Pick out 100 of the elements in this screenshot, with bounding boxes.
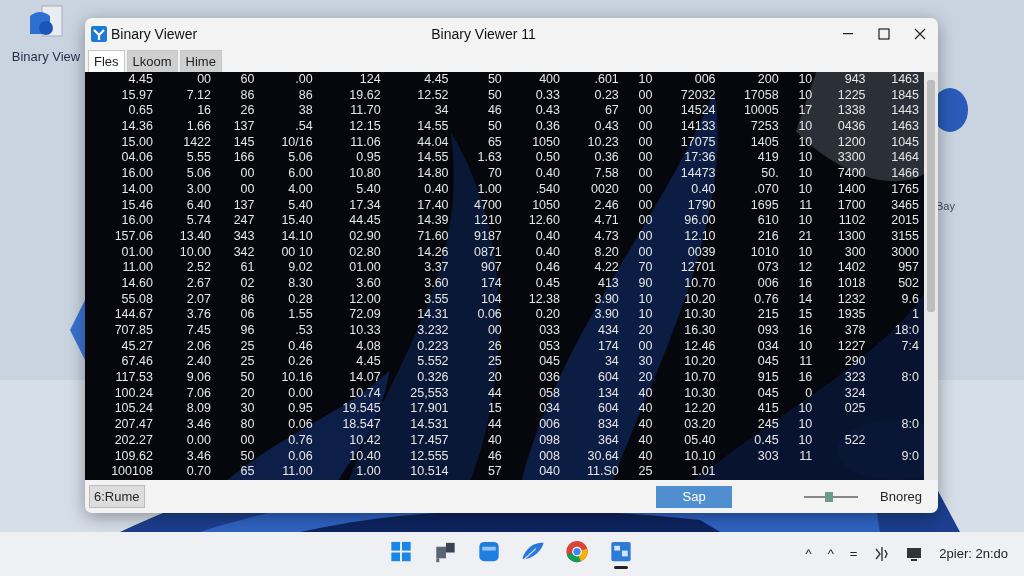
table-cell-text: 1463 [890,119,920,135]
table-cell-text: 96.00 [683,213,717,229]
table-cell-text: 10.70 [683,275,717,292]
table-cell-text: 16.00 [120,166,154,182]
table-cell-text: 10 [797,166,814,182]
table-cell-text: 1466 [890,166,920,182]
table-cell-text: 12.10 [683,228,717,245]
table-cell-text: 174 [479,275,503,292]
table-cell-text: 3300 [836,150,867,167]
table-cell-text: 413 [596,275,620,292]
table-cell-text: 46 [486,103,503,120]
minimize-icon [843,33,853,35]
table-cell-text: 00 [637,150,654,167]
table-cell-text: 40 [637,417,654,433]
table-cell-text: 15.46 [120,197,154,214]
table-cell-text: 0.06 [287,448,314,465]
tab[interactable]: Lkoom [126,50,178,72]
table-cell-text: 25 [637,464,654,480]
table-cell-text: 6.40 [185,197,213,214]
table-cell-text: 10 [797,150,814,167]
table-cell-text: 1695 [749,197,780,214]
table-cell-text: 9.02 [287,260,314,276]
table-cell-text: 343 [232,228,256,245]
network-icon[interactable] [873,545,890,563]
table-cell-text: 15.97 [120,87,154,104]
table-cell-text: 17.457 [409,432,450,449]
tab[interactable]: Fles [88,50,125,72]
table-cell-text: 0.36 [534,119,561,135]
table-cell-text: 0.43 [534,103,561,120]
table-cell-text: 006 [693,72,717,88]
window-title: Binary Viewer 11 [430,24,537,44]
table-cell-text: 0.40 [534,244,561,261]
table-cell-text: 14.00 [120,181,154,198]
table-cell-text: 303 [756,448,780,465]
table-cell-text: 073 [756,260,780,276]
tab[interactable]: Hime [179,50,222,72]
table-cell-text: 17 [797,103,814,120]
table-cell-text: 1050 [531,134,561,151]
table-cell-text: 17:36 [683,150,717,167]
table-cell-text: 46 [486,448,503,465]
monitor-icon[interactable] [905,545,924,563]
table-cell-text: 0.95 [355,150,382,167]
table-cell-text: 5.55 [185,150,213,167]
table-cell-text: 38 [297,103,314,120]
table-cell-text: 10 [797,401,814,418]
table-cell-text: 0.20 [534,307,561,323]
table-cell-text: 06 [239,307,256,323]
table-cell-text: 14.31 [416,307,450,323]
table-cell-text: 15 [797,307,814,323]
table-cell-text: 16.30 [683,323,717,339]
table-cell-text: 045 [538,354,561,371]
desktop-icon-label[interactable]: Binary View [11,47,81,67]
browser-icon [564,539,590,565]
table-cell-text: 01.00 [120,244,154,261]
table-cell-text: 0.36 [593,150,620,167]
table-cell-text: 008 [538,448,561,465]
table-cell-text: 0.40 [534,166,561,182]
table-cell-text: 1790 [686,197,717,214]
table-cell-text: 0.43 [593,119,620,135]
table-cell-text: 604 [596,401,620,418]
table-cell-text: 834 [596,417,620,433]
table-cell-text: 10 [797,87,814,104]
tray-glyph[interactable]: = [849,544,858,564]
table-cell-text: 20 [637,323,654,339]
tray-glyph[interactable]: ^ [805,544,812,564]
table-cell-text: 96 [239,323,256,339]
table-cell-text: 7.12 [185,87,213,104]
table-cell-text: 21 [797,228,814,245]
table-cell-text: 0.70 [185,464,213,480]
taskbar-app-button[interactable] [608,539,634,569]
table-cell-text: 045 [756,385,780,402]
table-cell-text: 10.00 [178,244,213,261]
tray-glyph[interactable]: ^ [827,544,834,564]
table-cell-text: 65 [239,464,256,480]
table-cell-text: 45.27 [120,338,154,355]
slider-thumb[interactable] [824,491,833,502]
table-cell-text: 10.16 [280,370,314,386]
table-cell-text: 1338 [836,103,867,120]
table-cell-text: 1422 [182,134,213,151]
table-cell-text: 25 [239,354,256,371]
table-cell-text: 10.70 [683,370,717,386]
table-cell-text: 72032 [679,87,717,104]
table-cell-text: 00 [637,134,654,151]
table-cell-text: 17.40 [416,197,450,214]
table-cell-text: 3155 [890,228,920,245]
table-cell-text: .070 [753,181,780,198]
table-cell-text: 16 [196,103,213,120]
table-cell-text: 1.63 [476,150,503,167]
table-cell-text: 915 [756,370,780,386]
table-cell-text: 124 [358,72,382,88]
table-cell-text: 14.07 [348,370,382,386]
clock[interactable]: 2pier: 2n:do [939,544,1008,564]
table-cell-text: 245 [756,417,780,433]
table-cell-text: 40 [486,432,503,449]
table-cell-text: 10.80 [348,166,382,182]
table-cell-text: 5.06 [185,166,213,182]
table-cell-text: 10.42 [348,432,382,449]
table-cell-text: 10 [637,291,654,308]
table-cell-text: 7253 [749,119,780,135]
scrollbar[interactable] [924,72,938,480]
